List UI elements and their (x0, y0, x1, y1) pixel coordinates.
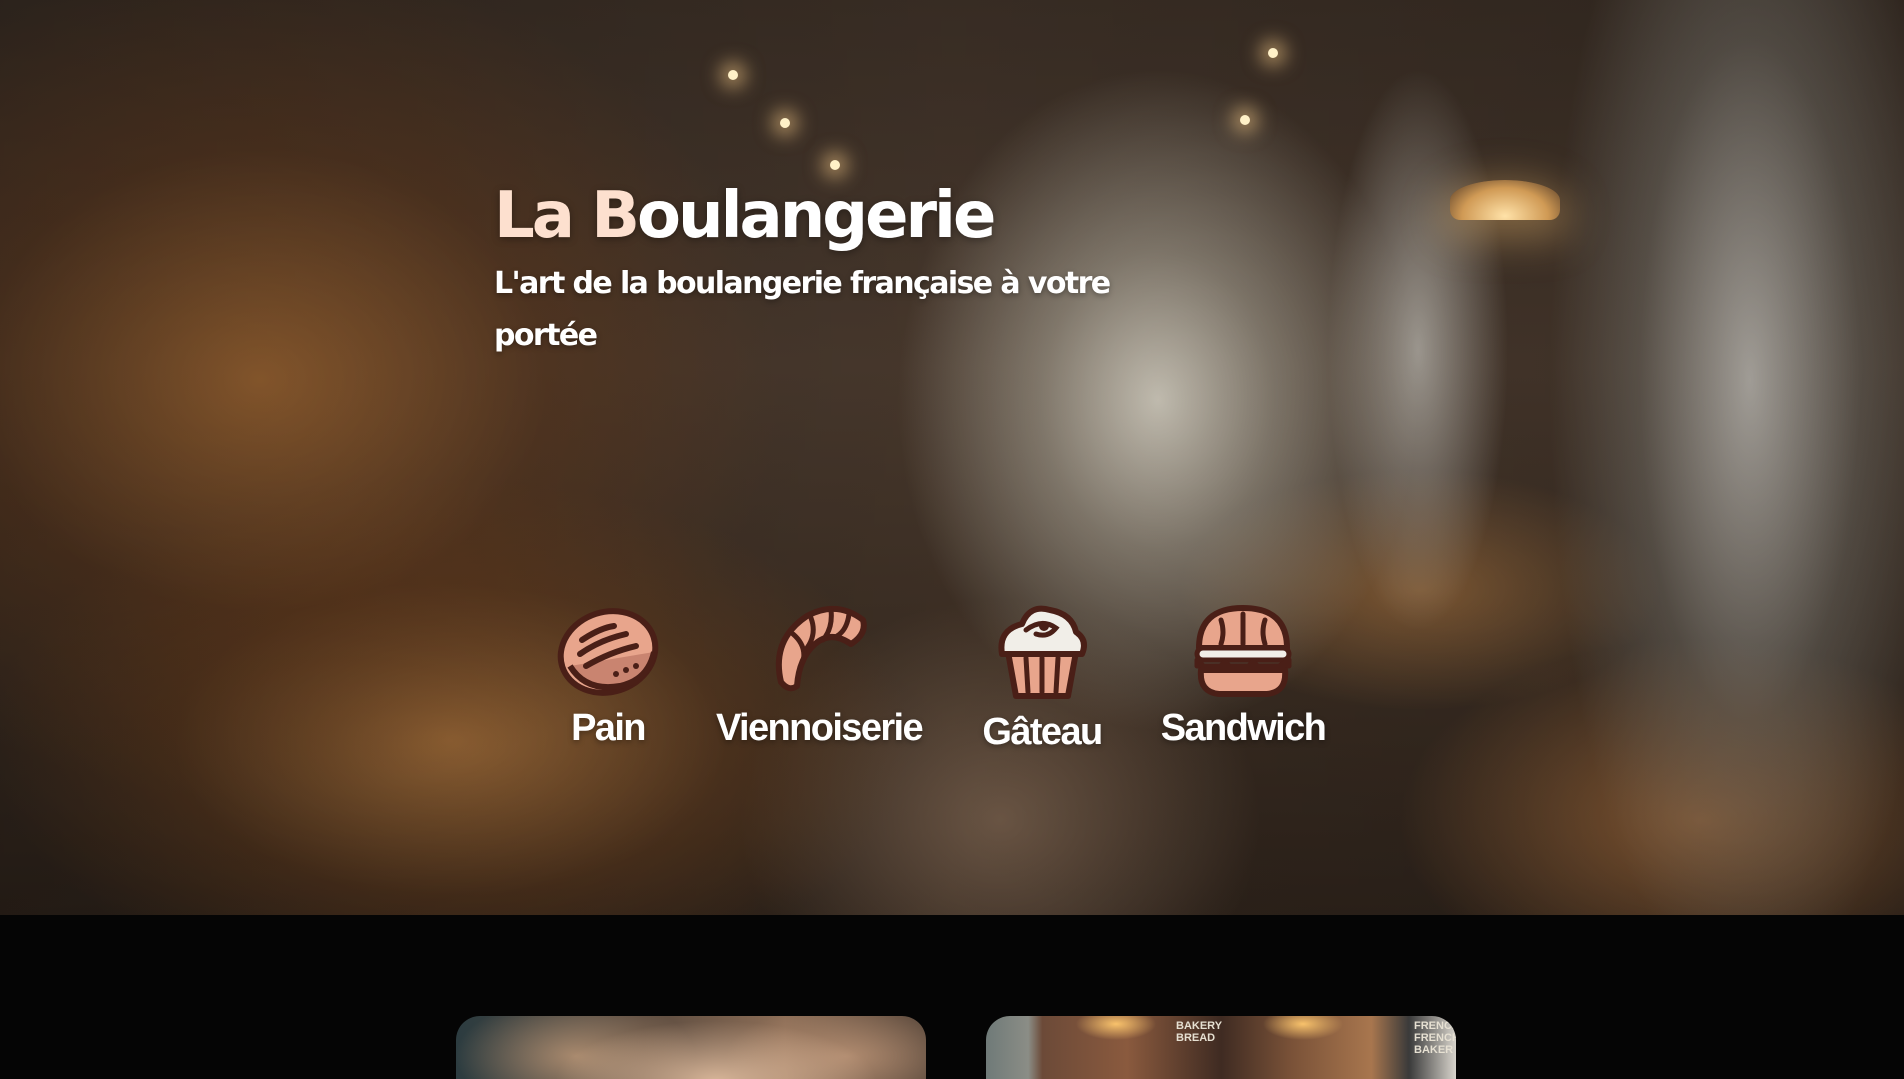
ceiling-light (830, 160, 840, 170)
category-list: Pain Viennoiserie Gâteau Sandwich (0, 600, 1904, 770)
card-sign-text: FRENCH FRENCH BAKER (1414, 1020, 1456, 1056)
feature-card-bakery-shop[interactable]: BAKERY BREAD FRENCH FRENCH BAKER (986, 1016, 1456, 1079)
hero-subtitle: L'art de la boulangerie française à votr… (494, 266, 1111, 353)
ceiling-light (1268, 48, 1278, 58)
ceiling-light (780, 118, 790, 128)
category-label: Pain (571, 707, 646, 749)
card-sign-text: BAKERY BREAD (1176, 1020, 1222, 1044)
cupcake-icon (998, 605, 1087, 699)
card-image (456, 1016, 926, 1079)
hero-heading-block: La Boulangerie L'art de la boulangerie f… (494, 178, 1114, 362)
ceiling-light (728, 70, 738, 80)
bread-loaf-icon (557, 608, 659, 696)
category-gateau[interactable]: Gâteau (972, 600, 1112, 754)
category-sandwich[interactable]: Sandwich (1150, 600, 1336, 750)
page-title: La Boulangerie (494, 178, 1114, 254)
category-viennoiserie[interactable]: Viennoiserie (704, 600, 934, 750)
hero-section: La Boulangerie L'art de la boulangerie f… (0, 0, 1904, 915)
category-label: Gâteau (982, 711, 1103, 753)
category-label: Sandwich (1160, 707, 1327, 749)
feature-card-baker-hands[interactable] (456, 1016, 926, 1079)
ceiling-light (1240, 115, 1250, 125)
category-label: Viennoiserie (715, 707, 924, 749)
pendant-lamp (1450, 180, 1560, 220)
category-pain[interactable]: Pain (548, 600, 668, 750)
croissant-icon (775, 606, 867, 692)
sandwich-icon (1194, 605, 1292, 697)
title-word-rest: oulangerie (637, 179, 996, 253)
title-word-la: La (494, 179, 592, 253)
title-initial-b: B (591, 179, 640, 253)
